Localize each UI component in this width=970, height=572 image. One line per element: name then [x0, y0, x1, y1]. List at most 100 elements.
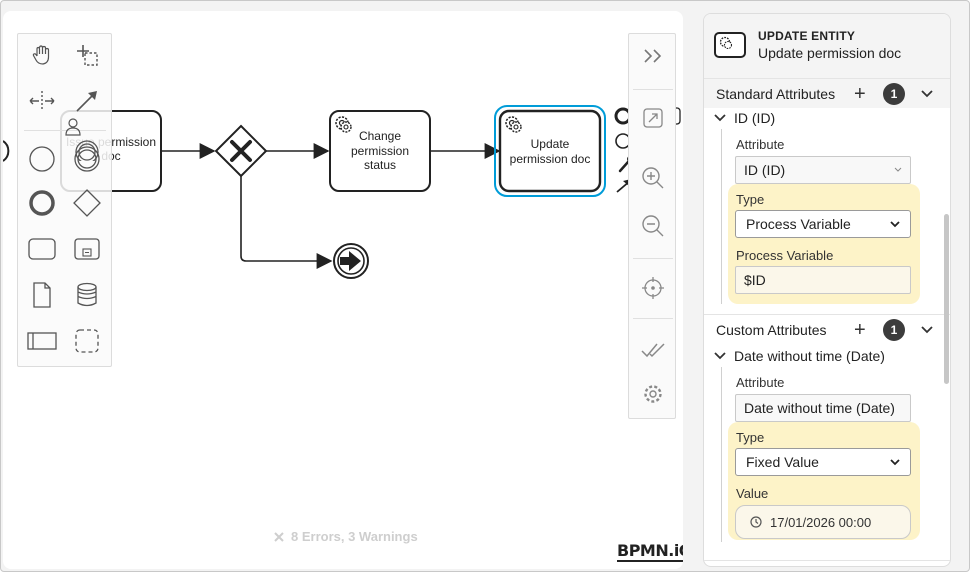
value-label: Value: [736, 486, 769, 501]
collapse-standard-button[interactable]: [920, 87, 934, 101]
properties-panel: UPDATE ENTITY Update permission doc Stan…: [703, 13, 951, 567]
subprocess-icon: [74, 238, 100, 260]
create-task[interactable]: [25, 232, 59, 266]
collapse-custom-button[interactable]: [920, 323, 934, 337]
chevron-down-icon: [890, 458, 900, 465]
settings-button[interactable]: [635, 376, 671, 412]
create-data-store[interactable]: [70, 278, 104, 312]
fit-view-icon: [643, 108, 663, 128]
date-value: 17/01/2026 00:00: [770, 514, 872, 530]
standard-attributes-count: 1: [883, 82, 905, 105]
gear-icon: [719, 36, 733, 50]
process-variable-input[interactable]: $ID: [735, 266, 911, 294]
add-custom-attribute-button[interactable]: +: [854, 320, 866, 340]
indent-line: [721, 367, 722, 542]
toolbar-separator: [633, 89, 673, 90]
custom-attributes-title: Custom Attributes: [716, 321, 827, 338]
chevron-down-icon: [921, 89, 933, 97]
create-group[interactable]: [70, 324, 104, 358]
create-pool[interactable]: [25, 324, 59, 358]
custom-attribute-select[interactable]: Date without time (Date): [735, 394, 911, 422]
panel-scrollbar[interactable]: [944, 214, 949, 384]
exclusive-gateway[interactable]: [214, 124, 268, 178]
start-event-partial[interactable]: [3, 140, 10, 162]
create-gateway[interactable]: [70, 186, 104, 220]
process-variable-value: $ID: [744, 272, 766, 288]
task-icon: [28, 238, 56, 260]
user-task-ghost-icon: [65, 118, 99, 161]
pool-icon: [27, 332, 57, 350]
standard-attribute-item-header[interactable]: ID (ID): [714, 110, 775, 126]
double-check-icon: [641, 343, 665, 358]
chevron-down-icon: [890, 220, 900, 227]
toggle-panel-button[interactable]: [635, 38, 671, 74]
data-object-icon: [33, 282, 51, 308]
custom-attribute-item-header[interactable]: Date without time (Date): [714, 348, 885, 364]
space-tool[interactable]: [25, 84, 59, 118]
standard-attribute-item-title: ID (ID): [734, 110, 776, 126]
validation-status-text: 8 Errors, 3 Warnings: [291, 529, 418, 544]
chevron-down-icon: [894, 167, 902, 172]
type-label: Type: [736, 192, 765, 207]
zoom-out-icon: [642, 215, 664, 237]
start-event-icon: [29, 146, 55, 172]
navigation-toolbar: [628, 33, 676, 419]
bpmn-io-logo[interactable]: BPMN.iO: [617, 542, 683, 562]
lasso-tool[interactable]: [70, 38, 104, 72]
sequence-flow[interactable]: [240, 176, 333, 269]
app-frame: Issue permission doc Change permission s…: [0, 0, 970, 572]
validation-status[interactable]: 8 Errors, 3 Warnings: [273, 529, 418, 544]
gateway-icon: [73, 189, 101, 217]
chevron-down-icon: [921, 325, 933, 333]
type-select[interactable]: Process Variable: [735, 210, 911, 238]
date-value-input[interactable]: 17/01/2026 00:00: [735, 505, 911, 539]
task-change-label-line: Change: [358, 129, 402, 143]
toolbar-separator: [633, 258, 673, 259]
data-store-icon: [77, 282, 97, 307]
element-type-label: UPDATE ENTITY: [758, 29, 856, 43]
zoom-in-button[interactable]: [635, 160, 671, 196]
clock-icon: [750, 516, 762, 528]
attribute-select[interactable]: ID (ID): [735, 156, 911, 184]
double-chevron-right-icon: [644, 49, 662, 63]
create-end-event[interactable]: [25, 186, 59, 220]
chevron-down-icon: [714, 352, 726, 360]
task-change-label: Change permission status: [330, 129, 430, 173]
task-change-label-line: permission: [350, 143, 410, 158]
end-event-message[interactable]: [333, 243, 369, 279]
create-subprocess[interactable]: [70, 232, 104, 266]
custom-attributes-header[interactable]: Custom Attributes + 1: [704, 314, 950, 344]
type-select-value: Process Variable: [746, 216, 851, 232]
diagram-canvas[interactable]: Issue permission doc Change permission s…: [3, 11, 683, 569]
task-update-label: Update permission doc: [500, 137, 600, 166]
hand-tool[interactable]: [25, 38, 59, 72]
task-update-label-line: Update: [530, 137, 570, 151]
create-start-event[interactable]: [25, 142, 59, 176]
service-task-header-icon: [714, 32, 746, 58]
validate-button[interactable]: [635, 332, 671, 368]
reset-view-button[interactable]: [635, 270, 671, 306]
fit-viewport-button[interactable]: [635, 100, 671, 136]
space-tool-icon: [29, 91, 55, 111]
custom-type-select-value: Fixed Value: [746, 454, 819, 470]
create-data-object[interactable]: [25, 278, 59, 312]
task-change-label-line: status: [363, 158, 396, 172]
add-standard-attribute-button[interactable]: +: [854, 84, 866, 104]
indent-line: [721, 129, 722, 304]
chevron-down-icon: [714, 114, 726, 122]
attribute-select-value: ID (ID): [744, 162, 786, 178]
end-event-icon: [29, 190, 55, 216]
zoom-out-button[interactable]: [635, 208, 671, 244]
lasso-icon: [77, 45, 98, 66]
custom-attributes-count: 1: [883, 318, 905, 341]
close-icon: [274, 531, 284, 542]
panel-header: UPDATE ENTITY Update permission doc: [704, 14, 950, 78]
process-variable-label: Process Variable: [736, 248, 834, 263]
standard-attributes-header[interactable]: Standard Attributes + 1: [704, 78, 950, 108]
custom-attribute-select-value: Date without time (Date): [744, 400, 895, 416]
hand-icon: [32, 45, 50, 65]
custom-attribute-label: Attribute: [736, 375, 785, 390]
group-icon: [75, 329, 99, 353]
standard-attributes-title: Standard Attributes: [716, 85, 836, 102]
custom-type-select[interactable]: Fixed Value: [735, 448, 911, 476]
